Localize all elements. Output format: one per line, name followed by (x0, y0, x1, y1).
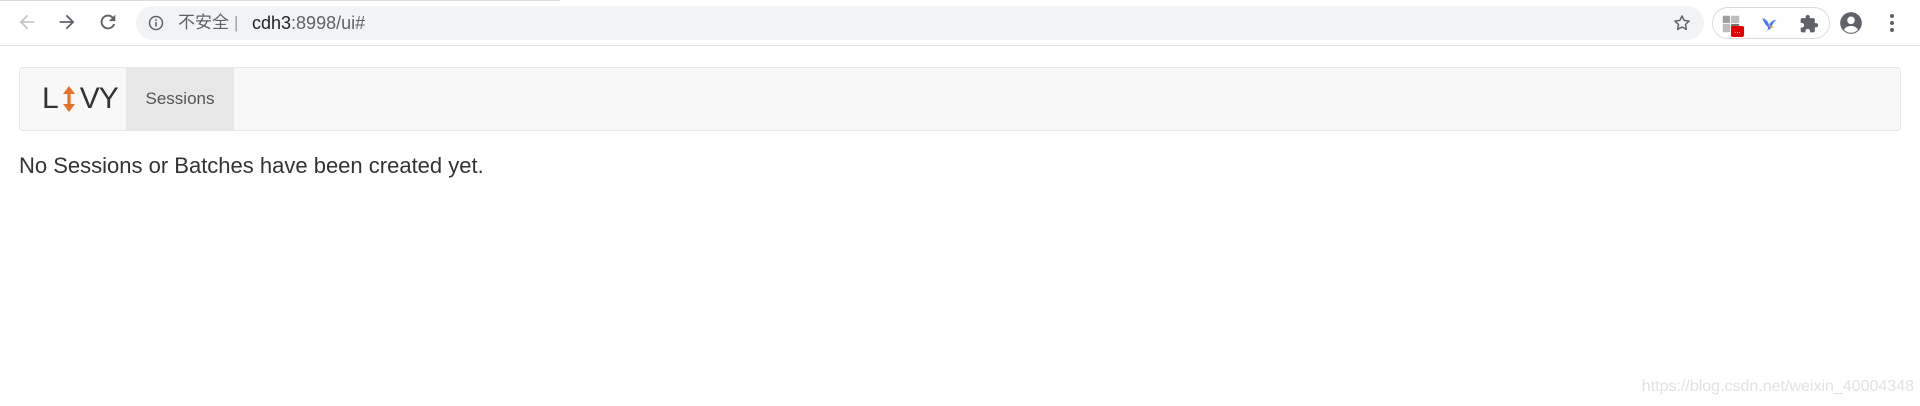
back-arrow-icon (19, 14, 35, 30)
logo-letters-vy: VY (79, 82, 119, 115)
info-icon[interactable] (148, 15, 164, 31)
url-text[interactable]: cdh3:8998/ui# (252, 6, 365, 40)
livy-logo[interactable]: L VY (42, 68, 119, 130)
url-path: :8998/ui# (291, 13, 366, 33)
logo-updown-arrow-icon (62, 86, 75, 112)
extension-two[interactable] (1757, 12, 1781, 36)
tab-sessions[interactable]: Sessions (126, 68, 234, 130)
browser-toolbar: 不安全 | cdh3:8998/ui# ... (0, 0, 1920, 46)
logo-letter-l: L (42, 82, 59, 115)
forward-button[interactable] (52, 7, 82, 37)
url-separator: | (234, 13, 239, 32)
bird-icon (1762, 18, 1777, 30)
bookmark-star-icon[interactable] (1672, 13, 1692, 33)
puzzle-icon (1800, 14, 1819, 33)
extension-badge: ... (1731, 26, 1744, 37)
security-label: 不安全 (178, 13, 229, 33)
livy-navbar: L VY Sessions (19, 67, 1901, 131)
tab-strip-edge (0, 0, 560, 1)
url-host: cdh3 (252, 13, 292, 33)
reload-icon (100, 14, 116, 30)
extensions-group: ... (1712, 7, 1830, 39)
forward-arrow-icon (59, 14, 75, 30)
address-bar[interactable]: 不安全 | cdh3:8998/ui# (136, 6, 1704, 40)
back-button[interactable] (12, 7, 42, 37)
profile-avatar-icon[interactable] (1838, 10, 1864, 36)
empty-state-message: No Sessions or Batches have been created… (19, 153, 484, 178)
extensions-menu-button[interactable] (1797, 12, 1821, 36)
watermark-text: https://blog.csdn.net/weixin_40004348 (1641, 378, 1914, 395)
reload-button[interactable] (93, 7, 123, 37)
extension-one[interactable]: ... (1719, 12, 1744, 37)
more-menu-icon[interactable] (1880, 11, 1904, 35)
